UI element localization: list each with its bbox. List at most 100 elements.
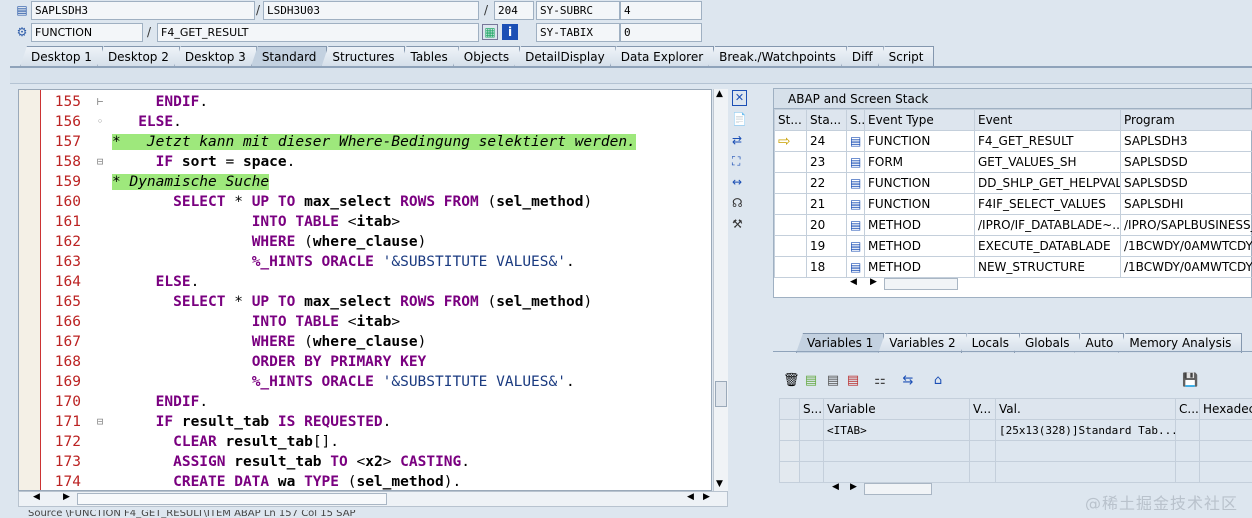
row-selector[interactable]: [779, 461, 800, 483]
var-tab-variables-1[interactable]: Variables 1: [796, 333, 885, 353]
scroll-thumb[interactable]: [715, 381, 727, 407]
variable-view-cell[interactable]: [969, 440, 996, 462]
info-icon[interactable]: i: [502, 24, 518, 40]
row-selector[interactable]: [779, 419, 800, 441]
tab-desktop-3[interactable]: Desktop 3: [173, 46, 257, 67]
variable-view-cell[interactable]: [969, 419, 996, 441]
code-line[interactable]: 170 ENDIF.: [19, 392, 711, 412]
collapse-icon[interactable]: ⊟: [93, 412, 107, 432]
scroll-down-icon[interactable]: ▼: [716, 479, 723, 489]
close-icon[interactable]: ✕: [732, 90, 747, 106]
var-tab-memory-analysis[interactable]: Memory Analysis: [1118, 333, 1243, 353]
code-line[interactable]: 162 WHERE (where_clause): [19, 232, 711, 252]
stack-row[interactable]: 21 ▤ FUNCTION F4IF_SELECT_VALUES SAPLSDHI: [774, 193, 1252, 215]
variables-column-header[interactable]: Val.: [995, 398, 1176, 420]
code-line[interactable]: 173 ASSIGN result_tab TO <x2> CASTING.: [19, 452, 711, 472]
code-line[interactable]: 156 ◦ ELSE.: [19, 112, 711, 132]
stack-column-header[interactable]: Event Type: [864, 109, 975, 131]
variable-value[interactable]: [995, 461, 1176, 483]
stack-column-header[interactable]: Program: [1120, 109, 1252, 131]
swap-icon[interactable]: ⇄: [732, 133, 752, 149]
stack-row[interactable]: 22 ▤ FUNCTION DD_SHLP_GET_HELPVAL... SAPLSDS…: [774, 172, 1252, 194]
tab-diff[interactable]: Diff: [840, 46, 884, 67]
scroll-left-icon[interactable]: ◀: [687, 492, 694, 502]
collapse-icon[interactable]: ⊟: [93, 152, 107, 172]
tab-tables[interactable]: Tables: [399, 46, 459, 67]
stack-row[interactable]: 19 ▤ METHOD EXECUTE_DATABLADE/1BCWDY/0AMWTC…: [774, 235, 1252, 257]
tab-desktop-2[interactable]: Desktop 2: [96, 46, 180, 67]
resize-icon[interactable]: ↔: [732, 175, 752, 191]
code-horizontal-scrollbar[interactable]: ◀ ▶ ◀ ▶: [18, 491, 728, 507]
variable-view-cell[interactable]: [969, 461, 996, 483]
stack-row[interactable]: 23 ▤ FORM GET_VALUES_SH SAPLSDSD: [774, 151, 1252, 173]
scroll-right-icon[interactable]: ▶: [850, 482, 857, 492]
h-scroll-thumb[interactable]: [77, 493, 387, 505]
row-selector[interactable]: [779, 440, 800, 462]
scroll-left-icon[interactable]: ◀: [850, 277, 857, 287]
variables-column-header[interactable]: S...: [799, 398, 824, 420]
code-line[interactable]: 171 ⊟ IF result_tab IS REQUESTED.: [19, 412, 711, 432]
navigate-icon[interactable]: ⇆: [900, 373, 916, 389]
variables-column-header[interactable]: V...: [969, 398, 996, 420]
code-line[interactable]: 161 INTO TABLE <itab>: [19, 212, 711, 232]
stack-column-header[interactable]: S...: [846, 109, 865, 131]
stack-column-header[interactable]: St...: [774, 109, 807, 131]
table-view-icon[interactable]: ▤: [803, 373, 819, 389]
code-line[interactable]: 159 * Dynamische Suche: [19, 172, 711, 192]
var-tab-locals[interactable]: Locals: [960, 333, 1020, 353]
hierarchy-icon[interactable]: ⚏: [872, 373, 888, 389]
save-icon[interactable]: 💾: [1182, 373, 1198, 389]
stack-column-header[interactable]: Sta...: [806, 109, 847, 131]
delete-icon[interactable]: 🗑: [783, 373, 800, 389]
vars-hscroll[interactable]: ◀ ▶: [826, 482, 946, 498]
scroll-right-icon[interactable]: ▶: [870, 277, 877, 287]
code-line[interactable]: 167 WHERE (where_clause): [19, 332, 711, 352]
code-line[interactable]: 168 ORDER BY PRIMARY KEY: [19, 352, 711, 372]
scroll-right-icon[interactable]: ▶: [63, 492, 70, 502]
code-line[interactable]: 174 CREATE DATA wa TYPE (sel_method).: [19, 472, 711, 490]
var-tab-variables-2[interactable]: Variables 2: [878, 333, 967, 353]
stack-row[interactable]: 18 ▤ METHOD NEW_STRUCTURE/1BCWDY/0AMWTCDY1: [774, 256, 1252, 278]
code-line[interactable]: 157 * Jetzt kann mit dieser Where-Bedingu…: [19, 132, 711, 152]
new-tool-icon[interactable]: 📄: [732, 112, 752, 128]
variable-name-input[interactable]: <ITAB>: [823, 419, 970, 441]
tab-desktop-1[interactable]: Desktop 1: [20, 46, 103, 67]
display-icon[interactable]: ▦: [482, 24, 498, 40]
scroll-left-icon[interactable]: ◀: [33, 492, 40, 502]
scroll-left-icon[interactable]: ◀: [832, 482, 839, 492]
variable-row[interactable]: [779, 461, 1252, 483]
h-scroll-thumb[interactable]: [884, 278, 958, 290]
scroll-right-icon[interactable]: ▶: [703, 492, 710, 502]
var-tab-auto[interactable]: Auto: [1074, 333, 1125, 353]
code-line[interactable]: 155 ⊢ ENDIF.: [19, 92, 711, 112]
variables-column-header[interactable]: Hexadec: [1199, 398, 1252, 420]
code-line[interactable]: 172 CLEAR result_tab[].: [19, 432, 711, 452]
tab-data-explorer[interactable]: Data Explorer: [609, 46, 715, 67]
tab-structures[interactable]: Structures: [321, 46, 406, 67]
variables-column-header[interactable]: Variable: [823, 398, 970, 420]
variable-name-input[interactable]: [823, 461, 970, 483]
details-icon[interactable]: ▤: [845, 373, 861, 389]
code-line[interactable]: 169 %_HINTS ORACLE '&SUBSTITUTE VALUES&'…: [19, 372, 711, 392]
stack-row[interactable]: 20 ▤ METHOD/IPRO/IF_DATABLADE~.../IPRO/SAP…: [774, 214, 1252, 236]
maximize-icon[interactable]: ⛶: [732, 154, 752, 170]
folder-icon[interactable]: ⌂: [930, 373, 946, 389]
tab-break-watchpoints[interactable]: Break./Watchpoints: [708, 46, 847, 67]
stack-hscroll[interactable]: ◀ ▶: [844, 277, 962, 293]
code-vertical-scrollbar[interactable]: ▲ ▼: [713, 89, 728, 491]
stack-column-header[interactable]: Event: [974, 109, 1121, 131]
var-tab-globals[interactable]: Globals: [1013, 333, 1081, 353]
tab-script[interactable]: Script: [877, 46, 935, 67]
code-line[interactable]: 160 SELECT * UP TO max_select ROWS FROM …: [19, 192, 711, 212]
code-line[interactable]: 158 ⊟ IF sort = space.: [19, 152, 711, 172]
code-line[interactable]: 164 ELSE.: [19, 272, 711, 292]
variable-name-input[interactable]: [823, 440, 970, 462]
code-line[interactable]: 165 SELECT * UP TO max_select ROWS FROM …: [19, 292, 711, 312]
code-line[interactable]: 166 INTO TABLE <itab>: [19, 312, 711, 332]
tab-objects[interactable]: Objects: [452, 46, 521, 67]
code-editor[interactable]: 155 ⊢ ENDIF. 156 ◦ ELSE. 157 * Jetzt kann mit…: [18, 89, 712, 491]
services-icon[interactable]: ☊: [732, 196, 752, 212]
variable-row[interactable]: [779, 440, 1252, 462]
code-line[interactable]: 163 %_HINTS ORACLE '&SUBSTITUTE VALUES&'…: [19, 252, 711, 272]
scroll-up-icon[interactable]: ▲: [716, 89, 723, 99]
